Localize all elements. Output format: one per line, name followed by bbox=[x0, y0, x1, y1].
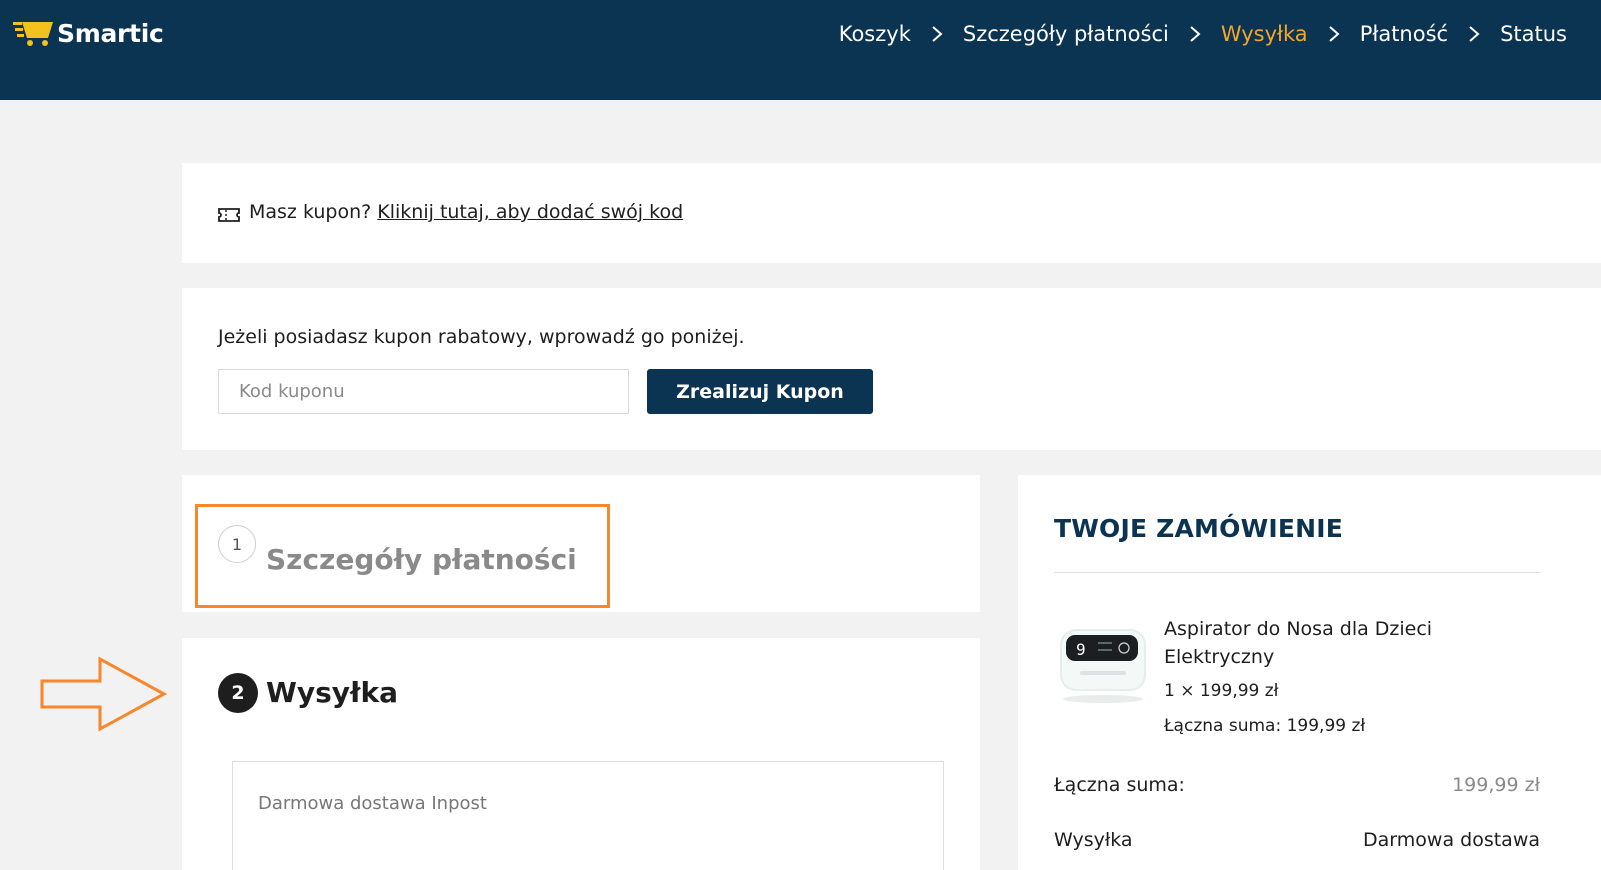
progress-step-koszyk[interactable]: Koszyk bbox=[839, 22, 911, 46]
order-total-value: 199,99 zł bbox=[1452, 774, 1540, 796]
cart-logo-icon bbox=[13, 22, 53, 46]
arrow-right-icon bbox=[40, 656, 168, 732]
shipping-option-box[interactable]: Darmowa dostawa Inpost bbox=[232, 761, 944, 870]
divider bbox=[1054, 572, 1541, 573]
add-coupon-link[interactable]: Kliknij tutaj, aby dodać swój kod bbox=[377, 201, 683, 223]
coupon-notice: Masz kupon? Kliknij tutaj, aby dodać swó… bbox=[182, 163, 1601, 263]
step-billing-title[interactable]: Szczegóły płatności bbox=[266, 543, 577, 576]
checkout-progress: Koszyk Szczegóły płatności Wysyłka Płatn… bbox=[839, 18, 1567, 50]
step-number-1: 1 bbox=[218, 525, 256, 563]
chevron-right-icon bbox=[1448, 18, 1500, 50]
product-line-total: Łączna suma: 199,99 zł bbox=[1164, 716, 1365, 736]
product-name[interactable]: Aspirator do Nosa dla Dzieci Elektryczny bbox=[1164, 615, 1484, 671]
product-total-value: 199,99 zł bbox=[1286, 716, 1366, 736]
step-shipping-title: Wysyłka bbox=[266, 676, 398, 709]
product-quantity-price: 1 × 199,99 zł bbox=[1164, 681, 1279, 701]
logo[interactable]: Smartic bbox=[13, 18, 164, 48]
svg-text:9: 9 bbox=[1076, 640, 1086, 659]
order-total-label: Łączna suma: bbox=[1054, 774, 1185, 796]
progress-step-status[interactable]: Status bbox=[1500, 22, 1567, 46]
order-title: TWOJE ZAMÓWIENIE bbox=[1054, 514, 1344, 543]
order-summary: TWOJE ZAMÓWIENIE 9 Aspirator do Nosa dla… bbox=[1018, 475, 1601, 870]
coupon-help-text: Jeżeli posiadasz kupon rabatowy, wprowad… bbox=[218, 326, 745, 348]
shipping-value: Darmowa dostawa bbox=[1363, 829, 1540, 851]
coupon-form: Jeżeli posiadasz kupon rabatowy, wprowad… bbox=[182, 288, 1601, 450]
coupon-question-text: Masz kupon? bbox=[249, 201, 372, 223]
chevron-right-icon bbox=[911, 18, 963, 50]
progress-step-platnosc[interactable]: Płatność bbox=[1360, 22, 1448, 46]
chevron-right-icon bbox=[1169, 18, 1221, 50]
product-thumbnail[interactable]: 9 bbox=[1058, 625, 1148, 705]
shipping-option-label: Darmowa dostawa Inpost bbox=[258, 793, 487, 814]
brand-name: Smartic bbox=[57, 18, 164, 48]
ticket-icon bbox=[218, 208, 240, 222]
site-header: Smartic Koszyk Szczegóły płatności Wysył… bbox=[0, 0, 1601, 100]
progress-step-wysylka[interactable]: Wysyłka bbox=[1221, 22, 1308, 46]
coupon-question: Masz kupon? Kliknij tutaj, aby dodać swó… bbox=[249, 201, 683, 223]
apply-coupon-button[interactable]: Zrealizuj Kupon bbox=[647, 369, 873, 414]
chevron-right-icon bbox=[1308, 18, 1360, 50]
product-total-label: Łączna suma: bbox=[1164, 716, 1282, 736]
step-number-2: 2 bbox=[218, 673, 258, 713]
progress-step-szczegoly[interactable]: Szczegóły płatności bbox=[963, 22, 1169, 46]
coupon-code-input[interactable] bbox=[218, 369, 629, 414]
shipping-label: Wysyłka bbox=[1054, 829, 1133, 851]
